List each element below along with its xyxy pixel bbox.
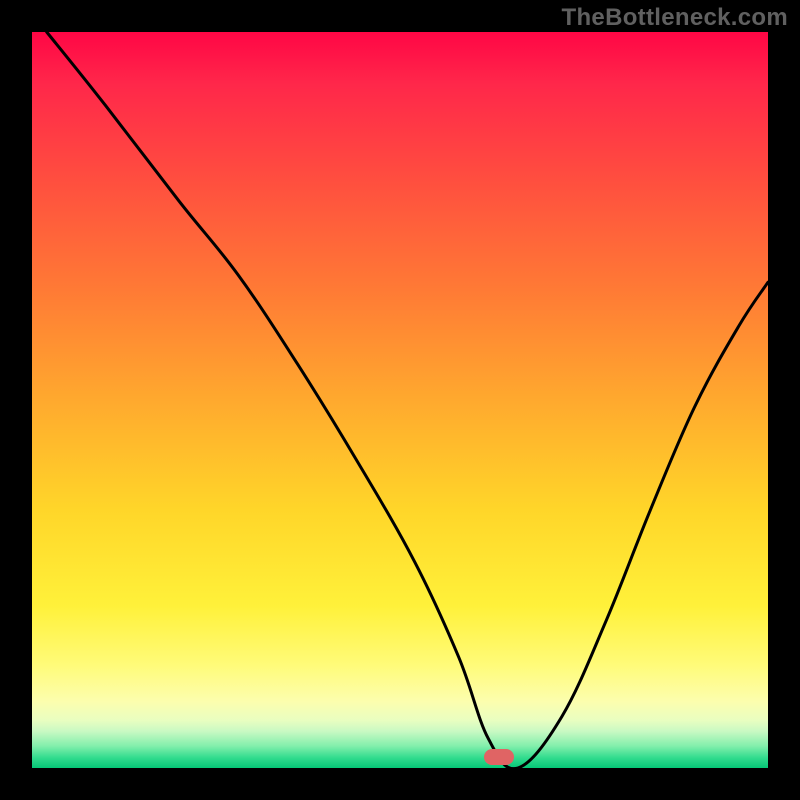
bottleneck-curve <box>32 32 768 768</box>
chart-container: TheBottleneck.com <box>0 0 800 800</box>
watermark-text: TheBottleneck.com <box>562 4 788 32</box>
min-marker <box>484 749 514 765</box>
plot-area <box>32 32 768 768</box>
